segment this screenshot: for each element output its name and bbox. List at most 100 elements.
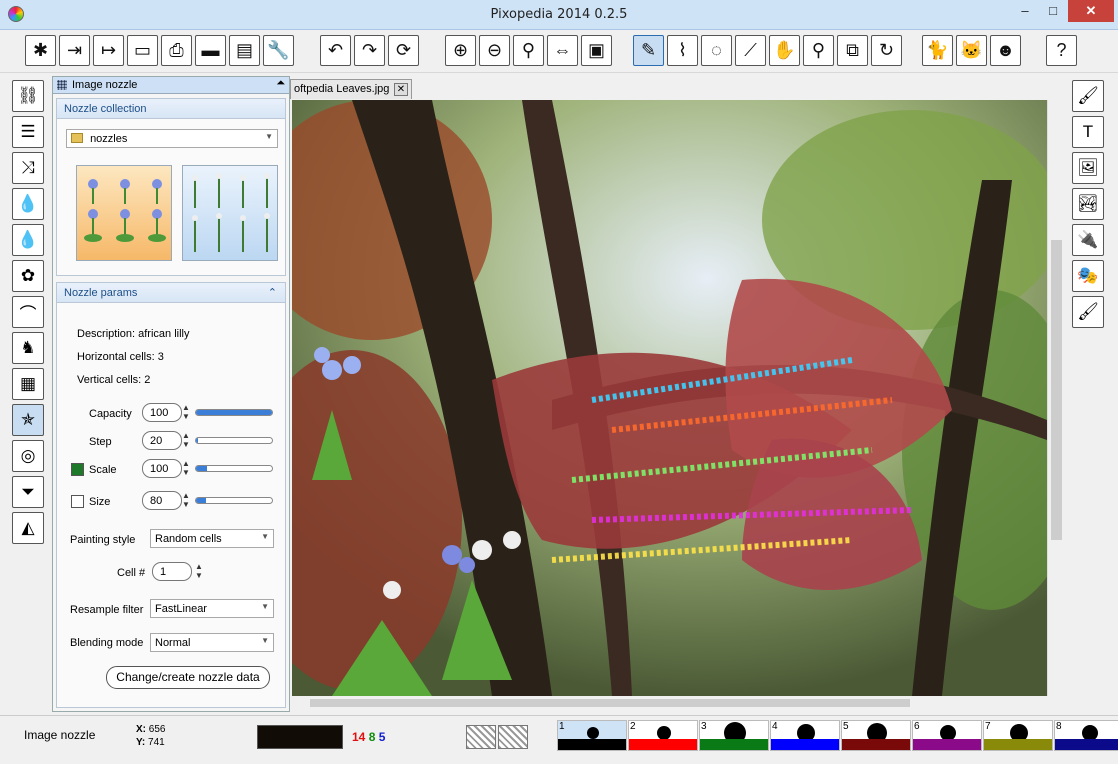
step-stepper[interactable]: ▲ ▼ <box>182 431 192 450</box>
ellipse-select-icon[interactable]: ◌ <box>701 35 732 66</box>
brush-preset[interactable]: 8 <box>1054 720 1118 751</box>
cell-input[interactable]: 1 <box>152 562 192 581</box>
change-nozzle-data-button[interactable]: Change/create nozzle data <box>106 666 270 689</box>
fullscreen-icon[interactable]: ▣ <box>581 35 612 66</box>
vertical-scroll-thumb[interactable] <box>1051 240 1062 540</box>
rotate-icon[interactable]: ↻ <box>871 35 902 66</box>
brush-preset[interactable]: 2 <box>628 720 698 751</box>
resample-filter-select[interactable]: FastLinear ▼ <box>150 599 274 618</box>
crop-icon[interactable]: ⧉ <box>837 35 868 66</box>
step-slider[interactable] <box>195 437 273 444</box>
brush-preset[interactable]: 1 <box>557 720 627 751</box>
document-tab[interactable]: oftpedia Leaves.jpg ✕ <box>290 79 412 99</box>
print-icon[interactable]: ⎙ <box>161 35 192 66</box>
brush-preset[interactable]: 4 <box>770 720 840 751</box>
green-value: 8 <box>368 730 376 744</box>
refresh-icon[interactable]: ⟳ <box>388 35 419 66</box>
export-icon[interactable]: ↦ <box>93 35 124 66</box>
image-nozzle-icon[interactable]: ✯ <box>12 404 44 436</box>
picture-icon[interactable]: 🏞 <box>1072 188 1104 220</box>
help-icon[interactable]: ? <box>1046 35 1077 66</box>
rainbow-icon[interactable]: ⌒ <box>12 296 44 328</box>
step-input[interactable]: 20 <box>142 431 182 450</box>
horizontal-scrollbar[interactable] <box>292 696 1047 710</box>
import-icon[interactable]: ⇥ <box>59 35 90 66</box>
stapler-icon[interactable]: ▬ <box>195 35 226 66</box>
scale-slider[interactable] <box>195 465 273 472</box>
current-color-swatch[interactable] <box>257 725 343 749</box>
zoom-out-icon[interactable]: ⊖ <box>479 35 510 66</box>
capacity-stepper[interactable]: ▲ ▼ <box>182 403 192 422</box>
pattern-swatch-1[interactable] <box>466 725 496 749</box>
collapse-chevron-icon[interactable]: ⌃ <box>268 286 277 299</box>
size-input[interactable]: 80 <box>142 491 182 510</box>
brush-preset[interactable]: 6 <box>912 720 982 751</box>
capacity-input[interactable]: 100 <box>142 403 182 422</box>
nozzle-thumbnail-plants[interactable] <box>182 165 278 261</box>
zoom-in-icon[interactable]: ⊕ <box>445 35 476 66</box>
pen-icon[interactable]: ✎ <box>633 35 664 66</box>
undo-icon[interactable]: ↶ <box>320 35 351 66</box>
plug-icon[interactable]: 🔌 <box>1072 224 1104 256</box>
clipboard-icon[interactable]: ▤ <box>229 35 260 66</box>
current-tool-label: Image nozzle <box>24 728 96 742</box>
minimize-button[interactable]: – <box>1012 0 1038 22</box>
grip-icon[interactable] <box>57 80 67 90</box>
spiral-icon[interactable]: ◎ <box>12 440 44 472</box>
nozzle-collection-header[interactable]: Nozzle collection <box>57 99 285 119</box>
brush-preset[interactable]: 5 <box>841 720 911 751</box>
eyedropper-icon[interactable]: ⟋ <box>735 35 766 66</box>
zoom-icon[interactable]: ⚲ <box>513 35 544 66</box>
size-slider[interactable] <box>195 497 273 504</box>
close-button[interactable]: ✕ <box>1068 0 1114 22</box>
scale-input[interactable]: 100 <box>142 459 182 478</box>
horse-icon[interactable]: ♞ <box>12 332 44 364</box>
nozzle-thumbnail-african-lilly[interactable] <box>76 165 172 261</box>
drop-gear-icon[interactable]: 💧 <box>12 188 44 220</box>
cat-white-icon[interactable]: 🐱 <box>956 35 987 66</box>
brush-preset[interactable]: 3 <box>699 720 769 751</box>
search-icon[interactable]: ⚲ <box>803 35 834 66</box>
scale-checkbox[interactable] <box>71 463 84 476</box>
grid-icon[interactable]: ▦ <box>12 368 44 400</box>
flower-icon[interactable]: ✿ <box>12 260 44 292</box>
capacity-slider[interactable] <box>195 409 273 416</box>
chain-icon[interactable]: ⛓ <box>12 80 44 112</box>
brush-preset[interactable]: 7 <box>983 720 1053 751</box>
size-stepper[interactable]: ▲ ▼ <box>182 491 192 510</box>
path-icon[interactable]: ⌇ <box>667 35 698 66</box>
cell-stepper[interactable]: ▲ ▼ <box>195 562 205 581</box>
paint-brush-icon[interactable]: 🖌 <box>1072 296 1104 328</box>
new-file-icon[interactable]: ✱ <box>25 35 56 66</box>
pizza-icon[interactable]: ◭ <box>12 512 44 544</box>
nozzle-folder-select[interactable]: nozzles ▼ <box>66 129 278 148</box>
hand-icon[interactable]: ✋ <box>769 35 800 66</box>
mask-icon[interactable]: ☻ <box>990 35 1021 66</box>
image-frame-icon[interactable]: 🖼 <box>1072 152 1104 184</box>
nozzle-params-header[interactable]: Nozzle params ⌃ <box>57 283 285 303</box>
wrench-icon[interactable]: 🔧 <box>263 35 294 66</box>
text-icon[interactable]: T <box>1072 116 1104 148</box>
size-checkbox[interactable] <box>71 495 84 508</box>
vertical-scrollbar[interactable] <box>1047 100 1064 696</box>
theater-masks-icon[interactable]: 🎭 <box>1072 260 1104 292</box>
filter-icon[interactable]: ⏷ <box>12 476 44 508</box>
pattern-swatch-2[interactable] <box>498 725 528 749</box>
maximize-button[interactable]: □ <box>1040 0 1066 22</box>
horizontal-scroll-thumb[interactable] <box>310 699 910 707</box>
scale-stepper[interactable]: ▲ ▼ <box>182 459 192 478</box>
image-canvas[interactable] <box>292 100 1047 696</box>
collapse-up-icon[interactable]: ⏶ <box>276 77 285 90</box>
fit-window-icon[interactable]: ⇔ <box>547 35 578 66</box>
redo-icon[interactable]: ↷ <box>354 35 385 66</box>
open-folder-icon[interactable]: ▭ <box>127 35 158 66</box>
blending-mode-select[interactable]: Normal ▼ <box>150 633 274 652</box>
close-tab-icon[interactable]: ✕ <box>394 83 408 96</box>
levels-icon[interactable]: ☰ <box>12 116 44 148</box>
nozzle-collection-label: Nozzle collection <box>64 103 147 115</box>
painting-style-select[interactable]: Random cells ▼ <box>150 529 274 548</box>
cat-black-icon[interactable]: 🐈 <box>922 35 953 66</box>
drop-three-icon[interactable]: 💧 <box>12 224 44 256</box>
shuffle-icon[interactable]: ⤨ <box>12 152 44 184</box>
brush-icon[interactable]: 🖌 <box>1072 80 1104 112</box>
